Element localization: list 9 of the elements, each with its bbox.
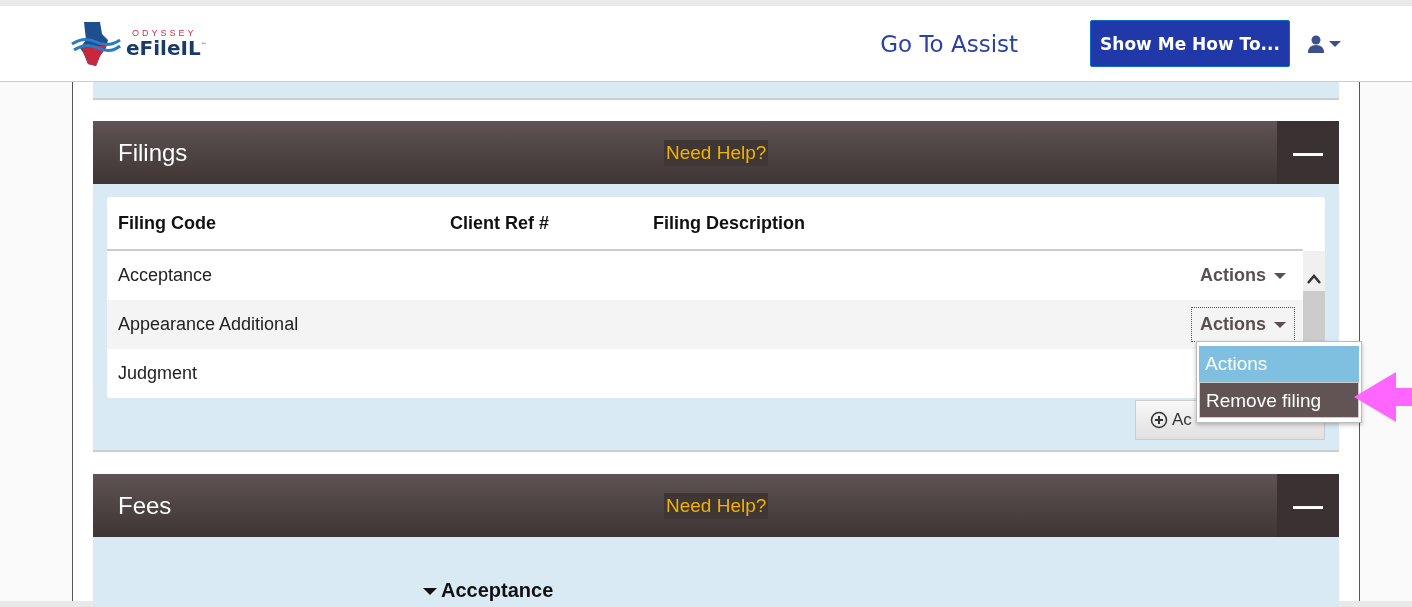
section-title: Fees (118, 491, 173, 520)
column-header: Client Ref # (450, 212, 551, 234)
table-cell: Acceptance (118, 265, 213, 286)
logo-title: eFileIL$^{™}$ (126, 38, 207, 58)
logo-subtitle: ODYSSEY (131, 29, 198, 38)
column-header: Filing Description (653, 212, 805, 234)
section-title: Filings (118, 138, 189, 167)
table-cell: Appearance Additional (118, 314, 299, 335)
column-header: Filing Code (118, 212, 217, 234)
